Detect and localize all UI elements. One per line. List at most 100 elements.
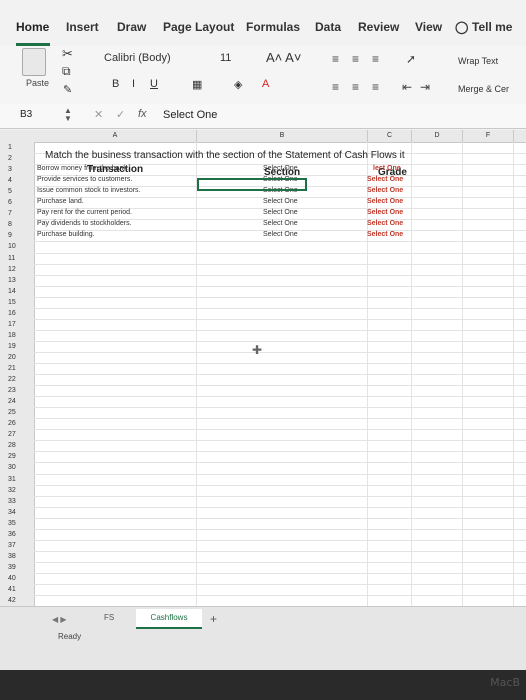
row-header[interactable]: 21: [8, 363, 34, 374]
copy-icon[interactable]: ⧉: [62, 64, 71, 79]
underline-button[interactable]: U: [150, 78, 158, 90]
font-color-icon[interactable]: A: [262, 78, 269, 90]
align-center-icon[interactable]: ≡: [352, 80, 359, 94]
row-header[interactable]: 39: [8, 562, 34, 573]
transaction-cell[interactable]: Pay dividends to stockholders.: [37, 220, 132, 227]
row-header[interactable]: 26: [8, 418, 34, 429]
decrease-indent-icon[interactable]: ⇤: [402, 80, 412, 94]
column-header-c[interactable]: C: [368, 130, 412, 142]
tab-insert[interactable]: Insert: [66, 20, 99, 34]
section-dropdown[interactable]: Select One: [263, 209, 298, 216]
row-header[interactable]: 40: [8, 573, 34, 584]
row-header[interactable]: 33: [8, 496, 34, 507]
align-top-icon[interactable]: ≡: [332, 52, 339, 66]
formula-input[interactable]: Select One: [163, 109, 217, 121]
instructions-title[interactable]: Match the business transaction with the …: [45, 150, 405, 161]
cut-icon[interactable]: ✂: [62, 46, 73, 62]
row-header[interactable]: 19: [8, 341, 34, 352]
row-header[interactable]: 31: [8, 474, 34, 485]
sheet-nav-arrows-icon[interactable]: ◀ ▶: [52, 615, 67, 624]
row-header[interactable]: 7: [8, 208, 34, 219]
section-dropdown[interactable]: Select One: [263, 198, 298, 205]
column-header-f[interactable]: F: [463, 130, 514, 142]
tab-page-layout[interactable]: Page Layout: [163, 20, 234, 34]
row-header[interactable]: 37: [8, 540, 34, 551]
tab-formulas[interactable]: Formulas: [246, 20, 300, 34]
grade-cell[interactable]: Select One: [367, 198, 403, 205]
cancel-icon[interactable]: ✕: [94, 108, 103, 121]
transaction-cell[interactable]: Purchase land.: [37, 198, 84, 205]
row-header[interactable]: 36: [8, 529, 34, 540]
row-header[interactable]: 23: [8, 385, 34, 396]
merge-center-button[interactable]: Merge & Cer: [458, 84, 509, 94]
tab-data[interactable]: Data: [315, 20, 341, 34]
italic-button[interactable]: I: [132, 78, 135, 90]
row-header[interactable]: 9: [8, 230, 34, 241]
row-header[interactable]: 28: [8, 440, 34, 451]
enter-icon[interactable]: ✓: [116, 108, 125, 121]
transaction-cell[interactable]: Issue common stock to investors.: [37, 187, 140, 194]
column-header-d[interactable]: D: [412, 130, 463, 142]
align-right-icon[interactable]: ≡: [372, 80, 379, 94]
grade-cell[interactable]: Select One: [367, 231, 403, 238]
row-header[interactable]: 10: [8, 241, 34, 252]
tab-view[interactable]: View: [415, 20, 442, 34]
section-dropdown[interactable]: Select One: [263, 231, 298, 238]
row-header[interactable]: 17: [8, 319, 34, 330]
paste-label[interactable]: Paste: [26, 78, 49, 88]
align-middle-icon[interactable]: ≡: [352, 52, 359, 66]
name-box[interactable]: B3: [20, 109, 32, 120]
row-header[interactable]: 38: [8, 551, 34, 562]
row-header[interactable]: 27: [8, 429, 34, 440]
row-header[interactable]: 25: [8, 407, 34, 418]
transaction-cell[interactable]: Provide services to customers.: [37, 176, 132, 183]
align-bottom-icon[interactable]: ≡: [372, 52, 379, 66]
insert-function-icon[interactable]: fx: [138, 108, 147, 120]
grade-cell[interactable]: Select One: [367, 176, 403, 183]
tab-home[interactable]: Home: [16, 20, 49, 34]
column-header-b[interactable]: B: [197, 130, 368, 142]
row-header[interactable]: 41: [8, 584, 34, 595]
row-header[interactable]: 20: [8, 352, 34, 363]
transaction-cell[interactable]: Borrow money from the bank.: [37, 165, 129, 172]
row-header[interactable]: 29: [8, 451, 34, 462]
row-header[interactable]: 11: [8, 253, 34, 264]
row-header[interactable]: 22: [8, 374, 34, 385]
row-header[interactable]: 15: [8, 297, 34, 308]
row-header[interactable]: 16: [8, 308, 34, 319]
row-header[interactable]: 42: [8, 595, 34, 606]
transaction-cell[interactable]: Pay rent for the current period.: [37, 209, 132, 216]
row-header[interactable]: 12: [8, 264, 34, 275]
sheet-tab-cashflows[interactable]: Cashflows: [136, 609, 202, 629]
bold-button[interactable]: B: [112, 78, 119, 90]
font-size-select[interactable]: 11: [220, 52, 260, 64]
wrap-text-button[interactable]: Wrap Text: [458, 56, 498, 66]
row-header[interactable]: 3: [8, 164, 34, 175]
row-header[interactable]: 6: [8, 197, 34, 208]
format-painter-icon[interactable]: ✎: [63, 83, 72, 96]
transaction-cell[interactable]: Purchase building.: [37, 231, 95, 238]
increase-indent-icon[interactable]: ⇥: [420, 80, 430, 94]
row-header[interactable]: 14: [8, 286, 34, 297]
tab-draw[interactable]: Draw: [117, 20, 146, 34]
borders-icon[interactable]: ▦: [192, 78, 202, 91]
tab-review[interactable]: Review: [358, 20, 399, 34]
row-header[interactable]: 13: [8, 275, 34, 286]
column-header-a[interactable]: A: [34, 130, 197, 142]
section-dropdown[interactable]: Select One: [263, 165, 298, 172]
row-header[interactable]: 32: [8, 485, 34, 496]
font-grow-shrink-buttons[interactable]: A˄ A˅: [266, 50, 301, 65]
orientation-icon[interactable]: ➚: [406, 52, 416, 66]
sheet-tab-fs[interactable]: FS: [104, 613, 114, 622]
grade-cell[interactable]: Select One: [367, 209, 403, 216]
row-header[interactable]: 30: [8, 462, 34, 473]
fill-color-icon[interactable]: ◈: [234, 78, 242, 91]
tell-me-search[interactable]: Tell me: [472, 20, 512, 34]
paste-icon[interactable]: [22, 48, 46, 76]
row-header[interactable]: 35: [8, 518, 34, 529]
grade-cell[interactable]: lect One: [373, 165, 401, 172]
add-sheet-icon[interactable]: +: [210, 612, 217, 626]
row-header[interactable]: 2: [8, 153, 34, 164]
font-name-select[interactable]: Calibri (Body): [104, 52, 214, 69]
row-header[interactable]: 34: [8, 507, 34, 518]
